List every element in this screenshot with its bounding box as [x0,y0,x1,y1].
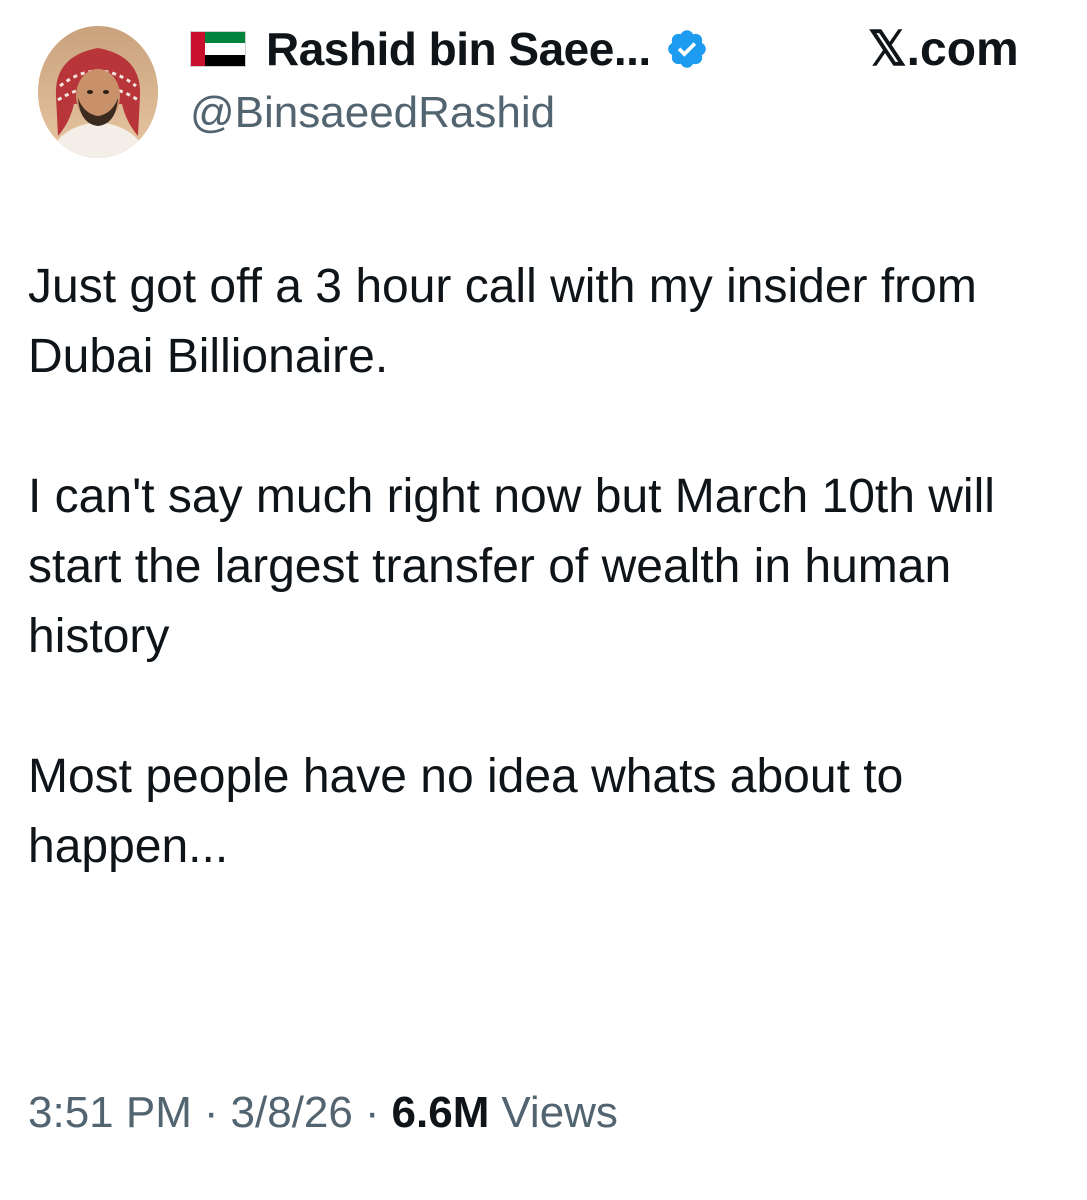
avatar-photo [38,26,158,158]
tweet-time[interactable]: 3:51 PM [28,1088,192,1138]
author-display-name[interactable]: Rashid bin Saee... [266,22,651,76]
source-domain: 𝕏.com [868,23,1019,76]
tweet-paragraph: I can't say much right now but March 10t… [28,470,995,663]
author-name-row[interactable]: Rashid bin Saee... [190,20,709,78]
views-count[interactable]: 6.6M [392,1088,490,1138]
tweet-paragraph: Most people have no idea whats about to … [28,750,904,873]
verified-badge-icon[interactable] [665,27,709,71]
avatar[interactable] [38,26,158,158]
views-label[interactable]: Views [501,1088,618,1138]
tweet-text: Just got off a 3 hour call with my insid… [28,252,1068,882]
tweet-paragraph: Just got off a 3 hour call with my insid… [28,260,977,383]
meta-separator: · [364,1088,380,1137]
tweet-date[interactable]: 3/8/26 [231,1088,353,1138]
author-handle[interactable]: @BinsaeedRashid [190,88,555,138]
meta-separator: · [203,1088,219,1137]
tweet-metadata: 3:51 PM · 3/8/26 · 6.6M Views [28,1088,618,1138]
uae-flag-icon [190,31,246,67]
